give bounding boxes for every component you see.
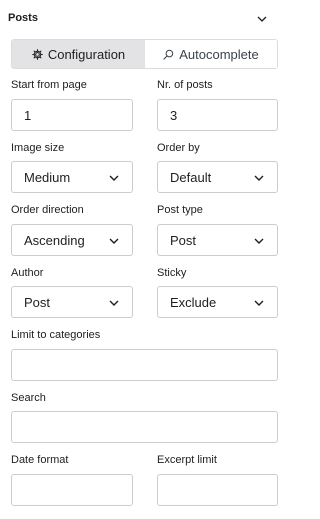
sticky-value: Exclude: [170, 295, 217, 310]
gear-icon: [32, 48, 43, 60]
settings-tabs: Configuration Autocomplete: [11, 39, 278, 69]
post-type-value: Post: [170, 233, 197, 248]
excerpt-limit-input[interactable]: [157, 474, 278, 506]
order-by-select[interactable]: Default: [157, 161, 278, 193]
chevron-down-icon: [253, 172, 265, 184]
image-size-label: Image size: [11, 142, 65, 154]
image-size-value: Medium: [24, 170, 71, 185]
panel-title: Posts: [8, 12, 38, 24]
tab-label: Configuration: [47, 46, 126, 62]
author-label: Author: [11, 267, 44, 279]
nr-of-posts-label: Nr. of posts: [157, 79, 213, 91]
chevron-down-icon: [108, 235, 120, 247]
chevron-down-icon: [108, 297, 120, 309]
sticky-select[interactable]: Exclude: [157, 286, 278, 318]
order-by-label: Order by: [157, 142, 200, 154]
author-select[interactable]: Post: [11, 286, 133, 318]
search-icon: [163, 49, 174, 60]
limit-to-categories-label: Limit to categories: [11, 329, 101, 341]
chevron-down-icon: [253, 235, 265, 247]
order-direction-select[interactable]: Ascending: [11, 224, 133, 256]
chevron-down-icon[interactable]: [256, 12, 268, 24]
image-size-select[interactable]: Medium: [11, 161, 133, 193]
search-label: Search: [11, 392, 46, 404]
search-input[interactable]: [11, 411, 278, 443]
limit-to-categories-input[interactable]: [11, 349, 278, 381]
start-from-page-input[interactable]: 1: [11, 99, 133, 131]
posts-panel-header[interactable]: Posts: [0, 0, 287, 36]
order-by-value: Default: [170, 170, 212, 185]
post-type-select[interactable]: Post: [157, 224, 278, 256]
chevron-down-icon: [108, 172, 120, 184]
author-value: Post: [24, 295, 51, 310]
date-format-input[interactable]: [11, 474, 133, 506]
nr-of-posts-value: 3: [170, 108, 178, 123]
order-direction-value: Ascending: [24, 233, 85, 248]
date-format-label: Date format: [11, 454, 69, 466]
tab-configuration[interactable]: Configuration: [12, 40, 145, 68]
start-from-page-value: 1: [24, 108, 32, 123]
posts-settings-panel: Posts Configuration Autocomplete Start f…: [0, 0, 287, 519]
sticky-label: Sticky: [157, 267, 187, 279]
tab-autocomplete[interactable]: Autocomplete: [145, 40, 277, 68]
order-direction-label: Order direction: [11, 204, 84, 216]
nr-of-posts-input[interactable]: 3: [157, 99, 278, 131]
tab-label: Autocomplete: [179, 46, 259, 62]
excerpt-limit-label: Excerpt limit: [157, 454, 217, 466]
post-type-label: Post type: [157, 204, 203, 216]
chevron-down-icon: [253, 297, 265, 309]
start-from-page-label: Start from page: [11, 79, 87, 91]
